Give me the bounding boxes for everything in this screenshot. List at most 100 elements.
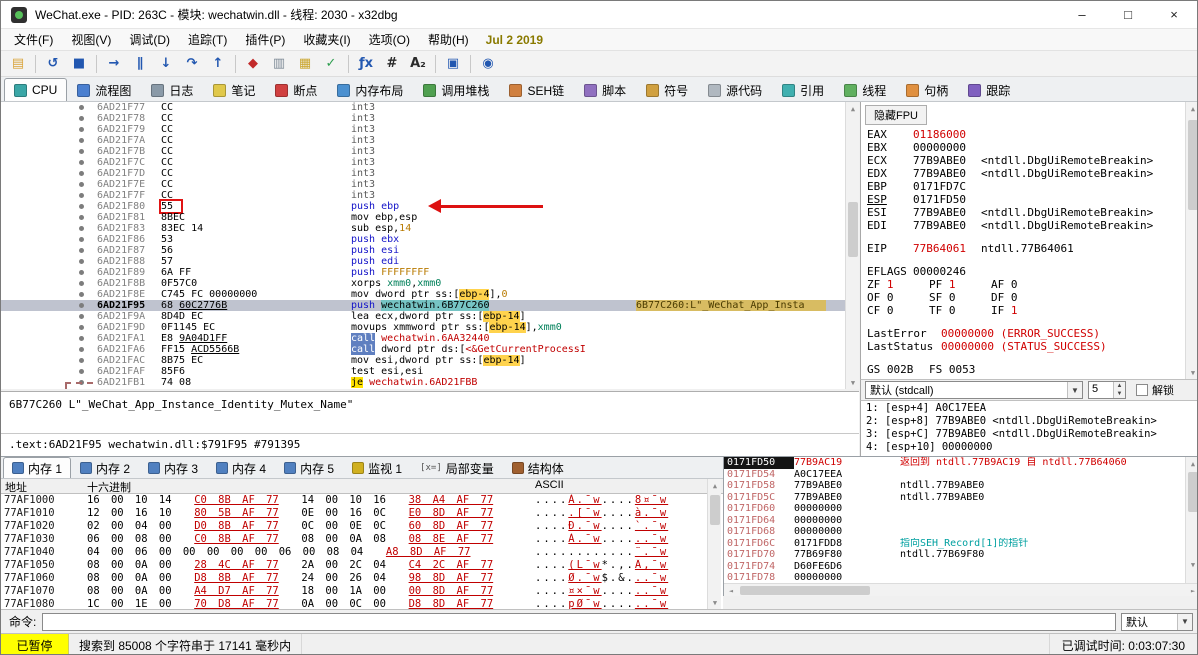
scroll-thumb[interactable] (740, 586, 870, 595)
pause-icon[interactable]: ∥ (128, 53, 152, 75)
menu-help[interactable]: 帮助(H) (419, 31, 478, 48)
menu-favourites[interactable]: 收藏夹(I) (294, 31, 359, 48)
menu-view[interactable]: 视图(V) (62, 31, 120, 48)
open-file-icon[interactable]: ▤ (6, 53, 30, 75)
tab-seh[interactable]: SEH链 (499, 78, 574, 101)
cpu-chip-icon[interactable]: ▣ (441, 53, 465, 75)
register-value[interactable]: 77B64061 (913, 242, 971, 255)
flag-pf[interactable]: PF 1 (929, 278, 991, 291)
disasm-row[interactable]: 6AD21F7C CC int3 (1, 157, 859, 168)
register-row[interactable]: EBX 00000000 (861, 141, 1197, 154)
close-button[interactable]: × (1151, 1, 1197, 28)
tab-trace[interactable]: 跟踪 (958, 78, 1020, 101)
scroll-thumb[interactable] (1188, 472, 1197, 512)
register-row[interactable]: EIP 77B64061 ntdll.77B64061 (861, 242, 1197, 255)
scroll-down-icon[interactable]: ▼ (846, 376, 859, 389)
register-value[interactable]: 77B9ABE0 (913, 154, 971, 167)
flag-af[interactable]: AF 0 (991, 278, 1053, 291)
stack-row[interactable]: 0171FD6C 0171FDD8 指向SEH_Record[1]的指针 (724, 538, 1197, 550)
stack-row[interactable]: 0171FD70 77B69F80 ntdll.77B69F80 (724, 549, 1197, 561)
stack-row[interactable]: 0171FD68 00000000 (724, 526, 1197, 538)
register-value[interactable]: 77B9ABE0 (913, 219, 971, 232)
flag-df[interactable]: DF 0 (991, 291, 1053, 304)
dump-row[interactable]: 77AF1070 08 00 0A 00 A4 D7 AF 77 18 00 1A… (1, 585, 723, 598)
disasm-row[interactable]: 6AD21F87 56 push esi (1, 245, 859, 256)
scroll-down-icon[interactable]: ▼ (708, 596, 722, 609)
disasm-row[interactable]: 6AD21F86 53 push ebx (1, 234, 859, 245)
calling-convention-select[interactable]: 默认 (stdcall) ▼ (865, 381, 1083, 399)
register-row[interactable]: ESP 0171FD50 (861, 193, 1197, 206)
scroll-right-icon[interactable]: ► (1186, 584, 1197, 596)
scroll-thumb[interactable] (1188, 120, 1197, 210)
dump-row[interactable]: 77AF1080 1C 00 1E 00 70 D8 AF 77 0A 00 0C… (1, 598, 723, 609)
tab-memory-map[interactable]: 内存布局 (327, 78, 413, 101)
dump-row[interactable]: 77AF1050 08 00 0A 00 28 4C AF 77 2A 00 2C… (1, 559, 723, 572)
argument-row[interactable]: 3: [esp+C] 77B9ABE0 <ntdll.DbgUiRemoteBr… (866, 428, 1197, 441)
stack-hscrollbar[interactable]: ◄ ► (724, 583, 1197, 596)
disasm-row[interactable]: 6AD21F89 6A FF push FFFFFFFF (1, 267, 859, 278)
register-value[interactable]: 00000246 (913, 265, 971, 278)
disasm-row[interactable]: 6AD21F7B CC int3 (1, 146, 859, 157)
patch-icon[interactable]: ✓ (319, 53, 343, 75)
log-icon[interactable]: ▥ (267, 53, 291, 75)
dump-row[interactable]: 77AF1010 12 00 16 10 80 5B AF 77 0E 00 16… (1, 507, 723, 520)
disasm-row[interactable]: 6AD21F78 CC int3 (1, 113, 859, 124)
globe-icon[interactable]: ◉ (476, 53, 500, 75)
dump-row[interactable]: 77AF1030 06 00 08 00 C0 8B AF 77 08 00 0A… (1, 533, 723, 546)
restart-icon[interactable]: ↺ (41, 53, 65, 75)
register-row[interactable]: ESI 77B9ABE0 <ntdll.DbgUiRemoteBreakin> (861, 206, 1197, 219)
register-row[interactable]: EAX 01186000 (861, 128, 1197, 141)
disasm-row[interactable]: 6AD21FAC 8B75 EC mov esi,dword ptr ss:[ebp… (1, 355, 859, 366)
stack-row[interactable]: 0171FD50 77B9AC19 返回到 ntdll.77B9AC19 自 ntd… (724, 457, 1197, 469)
flag-if[interactable]: IF 1 (991, 304, 1053, 317)
register-row[interactable]: EDX 77B9ABE0 <ntdll.DbgUiRemoteBreakin> (861, 167, 1197, 180)
disasm-row[interactable]: 6AD21F7D CC int3 (1, 168, 859, 179)
dump-tab-struct[interactable]: 结构体 (503, 457, 573, 478)
disasm-row[interactable]: 6AD21FA1 E8 9A04D1FF call wechatwin.6AA324… (1, 333, 859, 344)
step-over-icon[interactable]: ↷ (180, 53, 204, 75)
tab-log[interactable]: 日志 (141, 78, 203, 101)
stack-row[interactable]: 0171FD54 A0C17EEA (724, 469, 1197, 481)
flag-zf[interactable]: ZF 1 (867, 278, 929, 291)
scroll-down-icon[interactable]: ▼ (1186, 558, 1197, 571)
disasm-row[interactable]: 6AD21F88 57 push edi (1, 256, 859, 267)
register-row[interactable]: ECX 77B9ABE0 <ntdll.DbgUiRemoteBreakin> (861, 154, 1197, 167)
stack-row[interactable]: 0171FD74 D60FE6D6 (724, 561, 1197, 573)
stack-row[interactable]: 0171FD78 00000000 (724, 572, 1197, 584)
disasm-row[interactable]: 6AD21F7A CC int3 (1, 135, 859, 146)
flag-sf[interactable]: SF 0 (929, 291, 991, 304)
flag-of[interactable]: OF 0 (867, 291, 929, 304)
tab-symbols[interactable]: 符号 (636, 78, 698, 101)
scroll-up-icon[interactable]: ▲ (708, 479, 722, 492)
command-input[interactable] (42, 612, 1116, 631)
tab-source[interactable]: 源代码 (698, 78, 772, 101)
register-row[interactable]: ZF 1 PF 1 AF 0 (861, 278, 1197, 291)
register-row[interactable]: EBP 0171FD7C (861, 180, 1197, 193)
dump-tab-memory-2[interactable]: 内存 2 (71, 457, 139, 478)
dump-tab-memory-3[interactable]: 内存 3 (139, 457, 207, 478)
disasm-row[interactable]: 6AD21F95 68 60C2776B push wechatwin.6B77C2… (1, 300, 859, 311)
minimize-button[interactable]: – (1059, 1, 1105, 28)
tab-graph[interactable]: 流程图 (67, 78, 141, 101)
disasm-row[interactable]: 6AD21FAF 85F6 test esi,esi (1, 366, 859, 377)
step-into-icon[interactable]: ↓ (154, 53, 178, 75)
tab-breakpoints[interactable]: 断点 (265, 78, 327, 101)
maximize-button[interactable]: □ (1105, 1, 1151, 28)
disasm-row[interactable]: 6AD21F7E CC int3 (1, 179, 859, 190)
tab-references[interactable]: 引用 (772, 78, 834, 101)
stack-row[interactable]: 0171FD60 00000000 (724, 503, 1197, 515)
dump-scrollbar[interactable]: ▲ ▼ (707, 479, 721, 609)
registers-scrollbar[interactable]: ▲ ▼ (1185, 102, 1197, 379)
scroll-thumb[interactable] (710, 495, 720, 525)
tab-cpu[interactable]: CPU (4, 78, 68, 101)
hash-icon[interactable]: # (380, 53, 404, 75)
menu-file[interactable]: 文件(F) (5, 31, 62, 48)
dump-row[interactable]: 77AF1000 16 00 10 14 C0 8B AF 77 14 00 10… (1, 494, 723, 507)
argument-row[interactable]: 1: [esp+4] A0C17EEA (866, 402, 1197, 415)
tab-call-stack[interactable]: 调用堆栈 (413, 78, 499, 101)
tab-script[interactable]: 脚本 (574, 78, 636, 101)
menu-trace[interactable]: 追踪(T) (179, 31, 236, 48)
stack-vscrollbar[interactable]: ▲ ▼ (1185, 457, 1197, 584)
disasm-row[interactable]: 6AD21F9D 0F1145 EC movups xmmword ptr ss:[… (1, 322, 859, 333)
register-value[interactable]: 77B9ABE0 (913, 206, 971, 219)
